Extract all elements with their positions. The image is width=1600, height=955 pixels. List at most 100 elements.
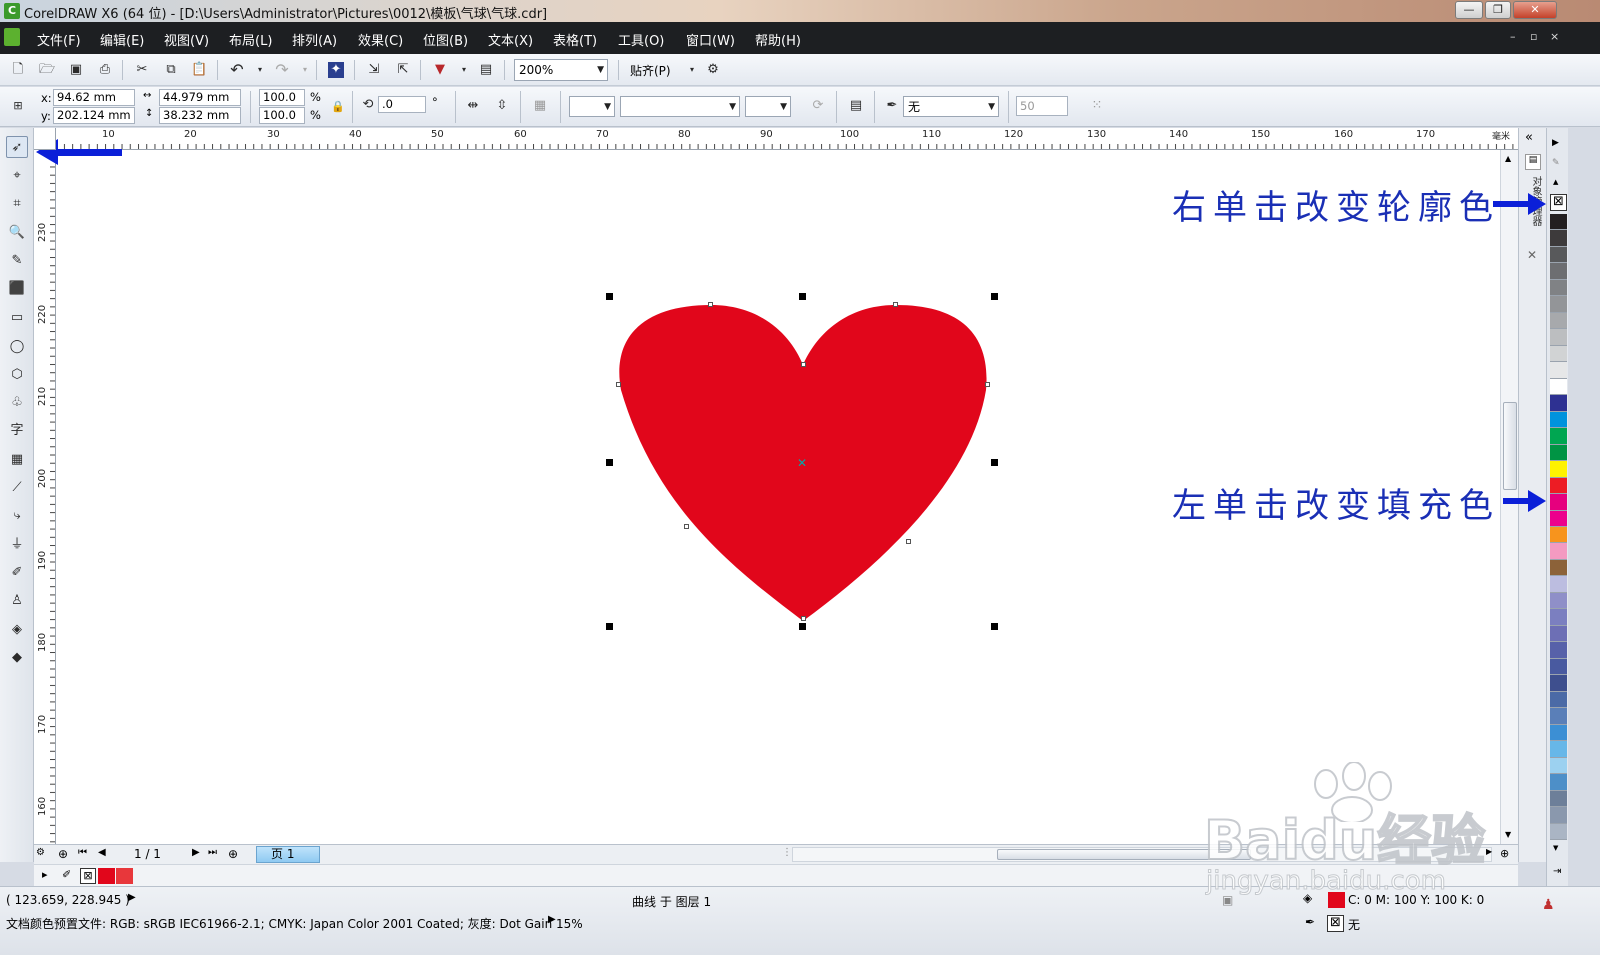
next-page-icon[interactable]: ▶ — [192, 847, 200, 858]
zoom-level-select[interactable]: 200% ▼ — [514, 59, 608, 81]
copy-icon[interactable]: ⧉ — [163, 62, 179, 78]
menu-edit[interactable]: 编辑(E) — [100, 30, 144, 49]
outline-none-swatch[interactable]: ⊠ — [1327, 915, 1344, 932]
object-origin-icon[interactable]: ⊞ — [10, 98, 26, 114]
redo-dropdown-icon[interactable]: ▾ — [297, 62, 313, 78]
collapse-docker-icon[interactable]: « — [1525, 130, 1533, 145]
palette-color-swatch[interactable] — [1550, 428, 1567, 445]
color-profile-info[interactable]: 文档颜色预置文件: RGB: sRGB IEC61966-2.1; CMYK: … — [6, 915, 583, 932]
selection-handle[interactable] — [799, 623, 806, 630]
eyedropper-tool-icon[interactable]: ✐ — [6, 562, 28, 584]
zoom-navigator-icon[interactable]: ⊕ — [1500, 847, 1509, 860]
basic-shapes-tool-icon[interactable]: ♧ — [6, 392, 28, 414]
convert-to-curves-icon[interactable]: ▦ — [532, 98, 548, 114]
horizontal-scrollbar[interactable] — [792, 847, 1492, 862]
palette-color-swatch[interactable] — [1550, 477, 1567, 495]
menu-effects[interactable]: 效果(C) — [358, 30, 403, 49]
selection-handle[interactable] — [991, 459, 998, 466]
application-launcher-icon[interactable]: ▼ — [432, 62, 448, 78]
menu-tools[interactable]: 工具(O) — [618, 30, 664, 49]
undo-dropdown-icon[interactable]: ▾ — [252, 62, 268, 78]
previous-page-icon[interactable]: ◀ — [98, 847, 106, 858]
rectangle-tool-icon[interactable]: ▭ — [6, 307, 28, 329]
palette-color-swatch[interactable] — [1550, 658, 1567, 676]
palette-color-swatch[interactable] — [1550, 494, 1567, 511]
curve-node[interactable] — [801, 362, 806, 367]
ruler-origin[interactable] — [34, 128, 56, 150]
palette-color-swatch[interactable] — [1550, 378, 1567, 396]
center-marker-icon[interactable]: ✕ — [797, 456, 807, 470]
text-tool-icon[interactable]: 字 — [6, 420, 28, 442]
minimize-button[interactable]: — — [1455, 1, 1483, 19]
palette-color-swatch[interactable] — [1550, 246, 1567, 264]
selection-handle[interactable] — [606, 459, 613, 466]
new-document-icon[interactable]: 🗋 — [10, 62, 26, 78]
menu-file[interactable]: 文件(F) — [37, 30, 81, 49]
mirror-horizontal-icon[interactable]: ⇹ — [465, 98, 481, 114]
palette-color-swatch[interactable] — [1550, 543, 1567, 560]
open-folder-icon[interactable]: 🗁 — [39, 62, 55, 78]
curve-node[interactable] — [985, 382, 990, 387]
palette-menu-icon[interactable]: ▶ — [1552, 138, 1559, 148]
zoom-tool-icon[interactable]: 🔍 — [6, 222, 28, 244]
menu-text[interactable]: 文本(X) — [488, 30, 533, 49]
palette-scroll-up-icon[interactable]: ✎ — [1552, 158, 1560, 168]
horizontal-scroll-thumb[interactable] — [997, 849, 1251, 860]
palette-color-swatch[interactable] — [1550, 576, 1567, 593]
palette-scroll-down-icon[interactable]: ▼ — [1553, 844, 1558, 852]
palette-color-swatch[interactable] — [1550, 527, 1567, 544]
scale-x-field[interactable]: 100.0 — [259, 89, 305, 106]
pick-tool-icon[interactable]: ➶ — [6, 136, 28, 158]
user-account-icon[interactable]: ♟ — [1542, 897, 1555, 913]
export-icon[interactable]: ⇱ — [395, 62, 411, 78]
cut-icon[interactable]: ✂ — [134, 62, 150, 78]
palette-color-swatch[interactable] — [1550, 510, 1567, 527]
selection-handle[interactable] — [991, 623, 998, 630]
document-color-swatch[interactable] — [116, 868, 133, 884]
palette-color-swatch[interactable] — [1550, 807, 1567, 824]
no-color-swatch[interactable]: ⊠ — [1550, 194, 1567, 211]
curve-node[interactable] — [616, 382, 621, 387]
dimension-tool-icon[interactable]: ⟋ — [6, 477, 28, 499]
close-docker-icon[interactable]: ✕ — [1527, 248, 1537, 262]
palette-expand-icon[interactable]: ⇥ — [1553, 866, 1561, 877]
curve-node[interactable] — [906, 539, 911, 544]
crop-tool-icon[interactable]: ⌗ — [6, 193, 28, 215]
scale-y-field[interactable]: 100.0 — [259, 107, 305, 124]
curve-node[interactable] — [801, 616, 806, 621]
palette-color-swatch[interactable] — [1550, 774, 1567, 791]
palette-color-swatch[interactable] — [1550, 609, 1567, 626]
document-no-color-swatch[interactable]: ⊠ — [80, 868, 96, 884]
palette-color-swatch[interactable] — [1550, 642, 1567, 659]
fill-tool-icon[interactable]: ◈ — [6, 619, 28, 641]
palette-color-swatch[interactable] — [1550, 362, 1567, 379]
page-tab-1[interactable]: 页 1 — [256, 846, 320, 863]
menu-help[interactable]: 帮助(H) — [755, 30, 801, 49]
palette-color-swatch[interactable] — [1550, 279, 1567, 297]
palette-color-swatch[interactable] — [1550, 329, 1567, 346]
wrap-text-icon[interactable]: ▤ — [848, 98, 864, 114]
import-icon[interactable]: ⇲ — [366, 62, 382, 78]
selection-handle[interactable] — [606, 293, 613, 300]
palette-color-swatch[interactable] — [1550, 296, 1567, 313]
palette-color-swatch[interactable] — [1550, 345, 1567, 363]
doc-restore-button[interactable]: ▫ — [1530, 30, 1537, 43]
palette-color-swatch[interactable] — [1550, 823, 1567, 840]
object-width-field[interactable]: 44.979 mm — [159, 89, 241, 106]
x-position-field[interactable]: 94.62 mm — [53, 89, 135, 106]
doc-close-button[interactable]: × — [1550, 30, 1559, 43]
snap-dropdown-icon[interactable]: ▾ — [684, 62, 700, 78]
table-tool-icon[interactable]: ▦ — [6, 449, 28, 471]
palette-color-swatch[interactable] — [1550, 444, 1567, 462]
palette-color-swatch[interactable] — [1550, 592, 1567, 610]
menu-view[interactable]: 视图(V) — [164, 30, 209, 49]
menu-arrange[interactable]: 排列(A) — [292, 30, 337, 49]
palette-color-swatch[interactable] — [1550, 708, 1567, 725]
end-arrowhead-select[interactable]: ▼ — [745, 96, 791, 117]
redo-icon[interactable]: ↷ — [274, 62, 290, 78]
document-palette-eyedropper-icon[interactable]: ✐ — [62, 868, 71, 881]
palette-color-swatch[interactable] — [1550, 395, 1567, 412]
palette-color-swatch[interactable] — [1550, 312, 1567, 330]
freehand-tool-icon[interactable]: ✎ — [6, 250, 28, 272]
smart-fill-tool-icon[interactable]: ⬛ — [6, 278, 28, 300]
